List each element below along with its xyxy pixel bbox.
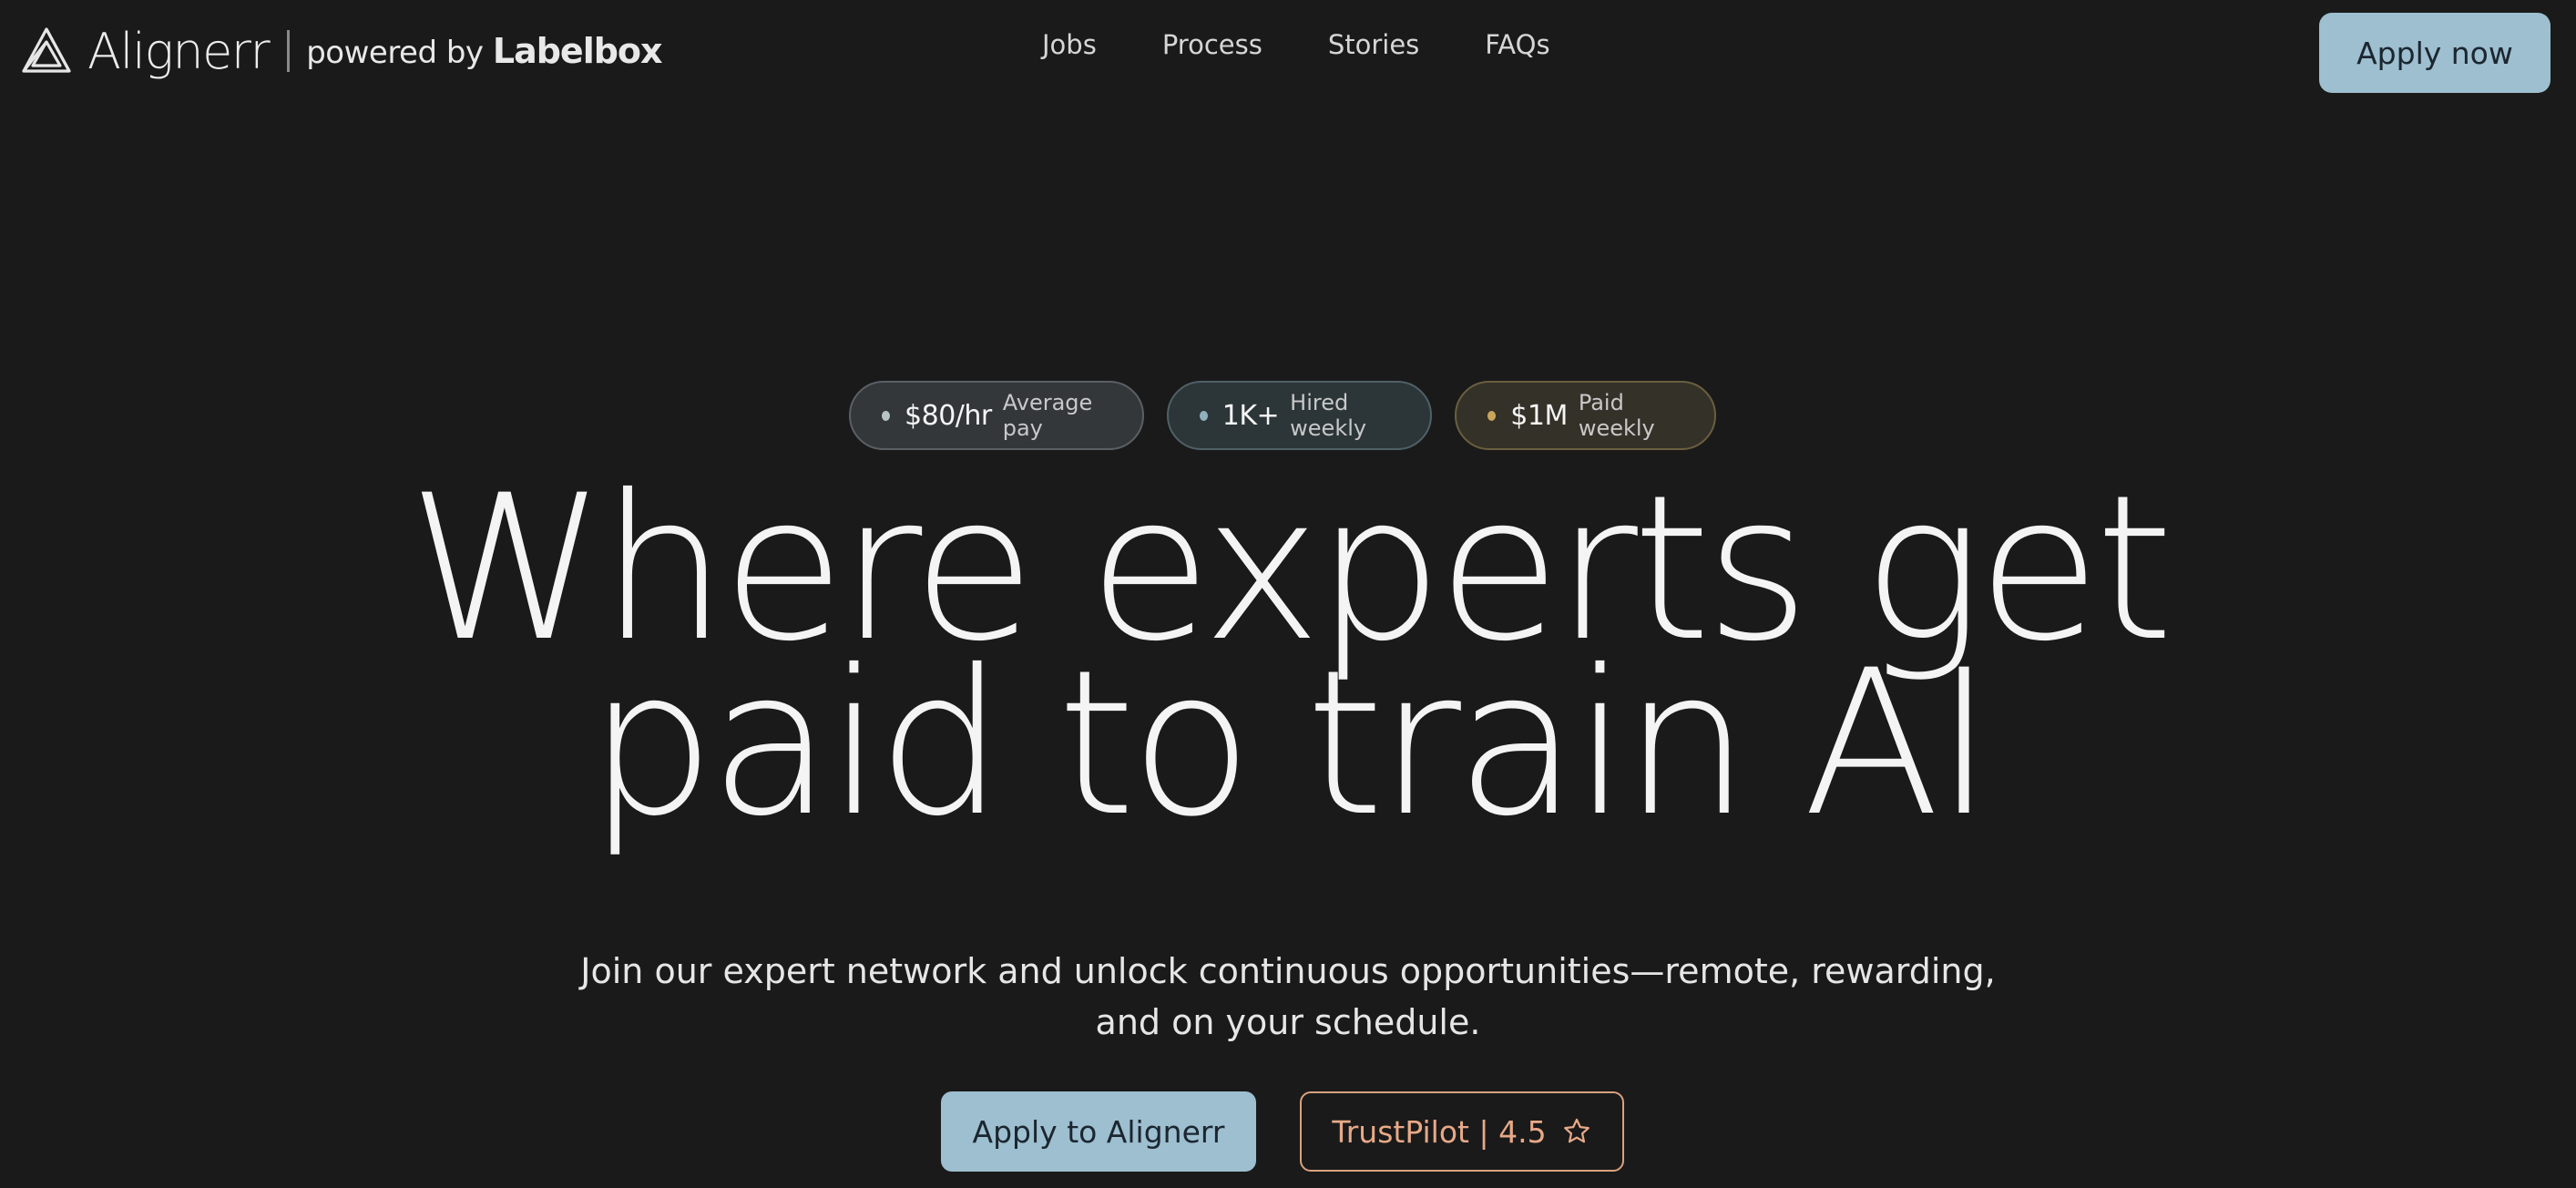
- stat-pill-paid-weekly: $1M Paid weekly: [1455, 381, 1716, 450]
- hero-title-line-2: paid to train AI: [588, 627, 1993, 860]
- brand-logo[interactable]: Alignerr powered by Labelbox: [20, 22, 663, 80]
- powered-by-brand: Labelbox: [492, 31, 663, 71]
- triangle-logo-icon: [20, 26, 73, 77]
- stat-label: Average pay: [1002, 390, 1093, 441]
- stat-pill-hired-weekly: 1K+ Hired weekly: [1167, 381, 1432, 450]
- trustpilot-button[interactable]: TrustPilot | 4.5: [1300, 1091, 1624, 1172]
- status-dot: [882, 410, 891, 421]
- powered-by-prefix: powered by: [306, 35, 484, 71]
- stat-label: Hired weekly: [1290, 390, 1367, 441]
- star-icon: [1561, 1116, 1592, 1147]
- site-header: Alignerr powered by Labelbox Jobs Proces…: [0, 0, 2576, 104]
- brand-name: Alignerr: [87, 22, 271, 80]
- main-nav: Jobs Process Stories FAQs: [1042, 29, 1616, 60]
- hero-subtitle: Join our expert network and unlock conti…: [0, 946, 2576, 1048]
- status-dot: [1200, 410, 1208, 421]
- nav-item-faqs[interactable]: FAQs: [1485, 29, 1549, 60]
- stat-pill-average-pay: $80/hr Average pay: [849, 381, 1144, 450]
- nav-item-stories[interactable]: Stories: [1328, 29, 1419, 60]
- stat-value: $80/hr: [905, 399, 992, 432]
- nav-item-jobs[interactable]: Jobs: [1042, 29, 1097, 60]
- apply-to-alignerr-button[interactable]: Apply to Alignerr: [941, 1091, 1256, 1172]
- trustpilot-label: TrustPilot | 4.5: [1332, 1113, 1547, 1150]
- hero-subtitle-line-1: Join our expert network and unlock conti…: [580, 951, 1996, 991]
- hero-title: Where experts get paid to train AI: [0, 468, 2576, 860]
- stat-value: 1K+: [1222, 399, 1280, 432]
- brand-divider: [287, 30, 291, 72]
- hero-subtitle-line-2: and on your schedule.: [1095, 1002, 1481, 1042]
- status-dot: [1487, 410, 1497, 421]
- stat-value: $1M: [1510, 399, 1568, 432]
- stat-label: Paid weekly: [1578, 390, 1655, 441]
- powered-by-text: powered by Labelbox: [306, 31, 663, 71]
- apply-now-button[interactable]: Apply now: [2319, 13, 2550, 93]
- nav-item-process[interactable]: Process: [1162, 29, 1262, 60]
